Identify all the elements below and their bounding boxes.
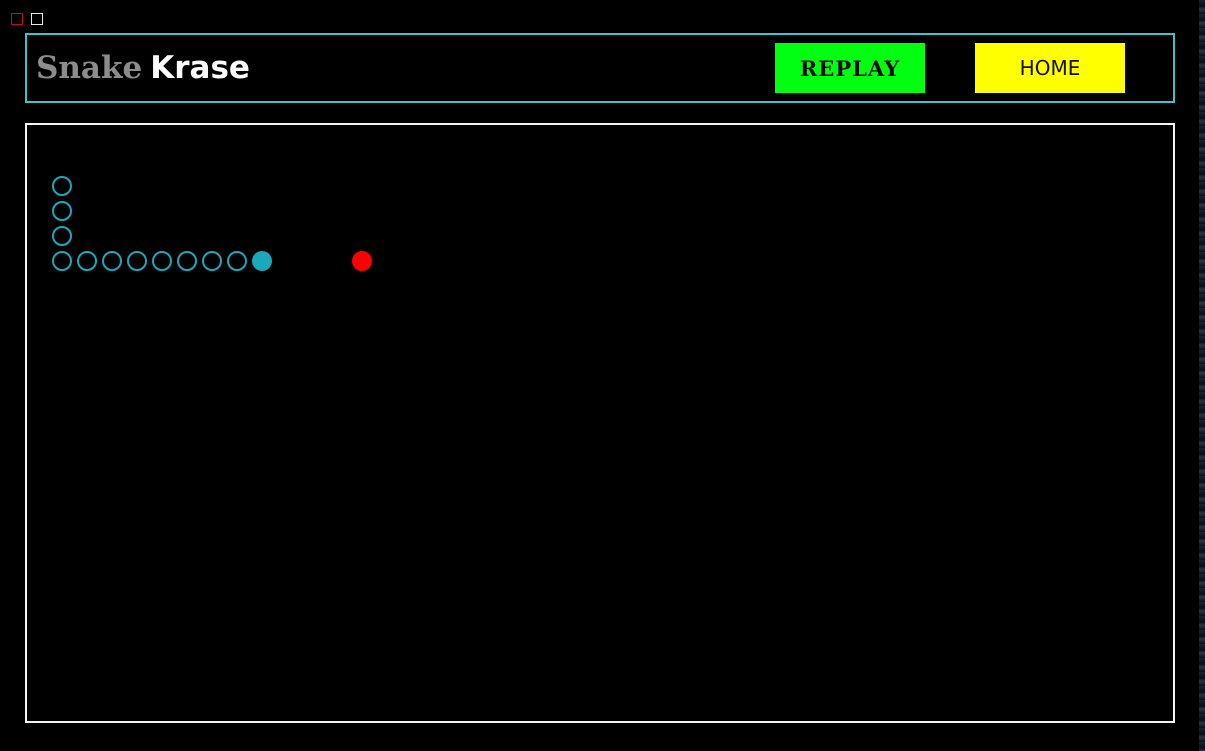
desktop-background-edge: [1199, 0, 1205, 751]
game-header: Snake Krase REPLAY HOME: [25, 33, 1175, 103]
snake-segment: [52, 251, 72, 271]
maximize-icon[interactable]: [31, 13, 43, 25]
title-snake: Snake: [36, 50, 143, 86]
game-title: Snake Krase: [36, 50, 250, 86]
snake-segment: [52, 201, 72, 221]
snake-segment: [177, 251, 197, 271]
snake-segment: [152, 251, 172, 271]
snake-segment: [102, 251, 122, 271]
close-icon[interactable]: [11, 13, 23, 25]
snake-head: [252, 251, 272, 271]
snake-segment: [227, 251, 247, 271]
game-window: Snake Krase REPLAY HOME: [0, 0, 1199, 751]
home-button[interactable]: HOME: [975, 43, 1125, 93]
snake-segment: [127, 251, 147, 271]
food-pellet: [352, 251, 372, 271]
snake-segment: [52, 226, 72, 246]
game-canvas: [52, 176, 372, 271]
title-krase: Krase: [150, 50, 250, 86]
snake-segment: [52, 176, 72, 196]
snake-segment: [202, 251, 222, 271]
replay-button[interactable]: REPLAY: [775, 43, 925, 93]
snake-segment: [77, 251, 97, 271]
game-board[interactable]: [25, 123, 1175, 723]
